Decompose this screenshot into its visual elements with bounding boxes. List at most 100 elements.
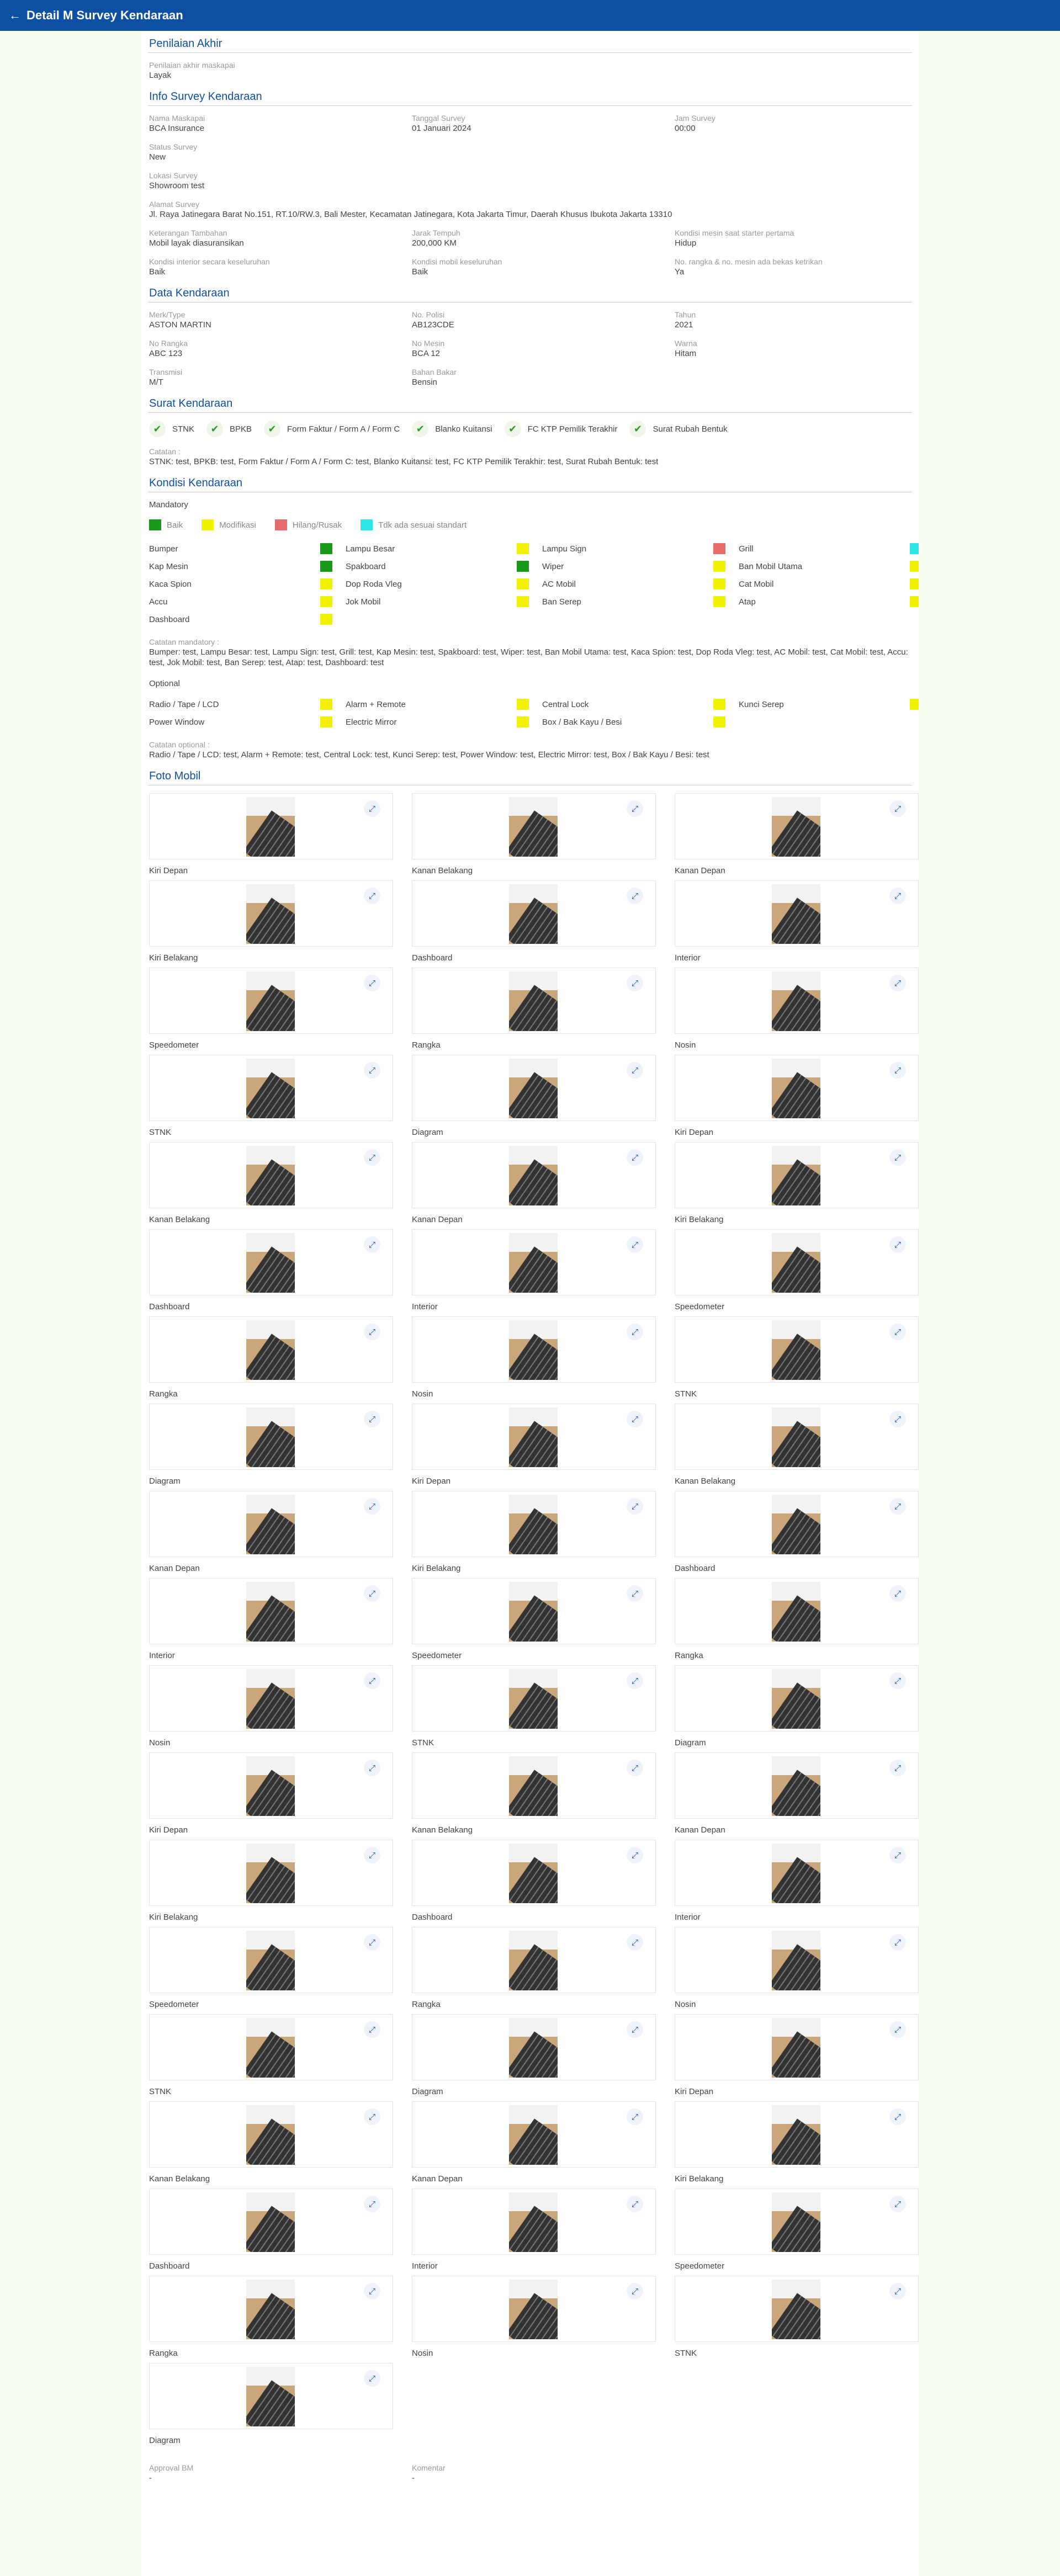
photo-frame[interactable]: ⤢ bbox=[149, 1840, 393, 1906]
expand-icon[interactable]: ⤢ bbox=[889, 800, 906, 817]
photo-frame[interactable]: ⤢ bbox=[412, 968, 656, 1034]
expand-icon[interactable]: ⤢ bbox=[364, 1934, 380, 1951]
photo-frame[interactable]: ⤢ bbox=[675, 2189, 919, 2255]
photo-frame[interactable]: ⤢ bbox=[675, 1229, 919, 1295]
photo-frame[interactable]: ⤢ bbox=[412, 1927, 656, 1993]
expand-icon[interactable]: ⤢ bbox=[627, 2021, 643, 2038]
expand-icon[interactable]: ⤢ bbox=[889, 1760, 906, 1776]
expand-icon[interactable]: ⤢ bbox=[364, 800, 380, 817]
photo-frame[interactable]: ⤢ bbox=[412, 1142, 656, 1208]
photo-frame[interactable]: ⤢ bbox=[675, 2101, 919, 2168]
expand-icon[interactable]: ⤢ bbox=[364, 1411, 380, 1427]
expand-icon[interactable]: ⤢ bbox=[364, 1324, 380, 1340]
photo-frame[interactable]: ⤢ bbox=[149, 793, 393, 859]
photo-frame[interactable]: ⤢ bbox=[412, 2276, 656, 2342]
photo-frame[interactable]: ⤢ bbox=[412, 1404, 656, 1470]
photo-frame[interactable]: ⤢ bbox=[675, 2276, 919, 2342]
photo-frame[interactable]: ⤢ bbox=[675, 1752, 919, 1819]
photo-frame[interactable]: ⤢ bbox=[412, 2014, 656, 2080]
expand-icon[interactable]: ⤢ bbox=[364, 2283, 380, 2299]
photo-frame[interactable]: ⤢ bbox=[675, 1316, 919, 1383]
photo-frame[interactable]: ⤢ bbox=[675, 1055, 919, 1121]
photo-frame[interactable]: ⤢ bbox=[412, 1229, 656, 1295]
expand-icon[interactable]: ⤢ bbox=[364, 1847, 380, 1863]
expand-icon[interactable]: ⤢ bbox=[364, 2370, 380, 2387]
photo-frame[interactable]: ⤢ bbox=[412, 1055, 656, 1121]
expand-icon[interactable]: ⤢ bbox=[889, 1236, 906, 1253]
expand-icon[interactable]: ⤢ bbox=[627, 975, 643, 991]
photo-frame[interactable]: ⤢ bbox=[675, 1665, 919, 1732]
photo-frame[interactable]: ⤢ bbox=[149, 1665, 393, 1732]
photo-frame[interactable]: ⤢ bbox=[149, 2363, 393, 2429]
expand-icon[interactable]: ⤢ bbox=[627, 2283, 643, 2299]
expand-icon[interactable]: ⤢ bbox=[627, 2108, 643, 2125]
expand-icon[interactable]: ⤢ bbox=[889, 975, 906, 991]
expand-icon[interactable]: ⤢ bbox=[889, 2283, 906, 2299]
expand-icon[interactable]: ⤢ bbox=[364, 2108, 380, 2125]
photo-frame[interactable]: ⤢ bbox=[675, 1404, 919, 1470]
expand-icon[interactable]: ⤢ bbox=[364, 888, 380, 904]
expand-icon[interactable]: ⤢ bbox=[627, 1934, 643, 1951]
photo-frame[interactable]: ⤢ bbox=[675, 968, 919, 1034]
expand-icon[interactable]: ⤢ bbox=[627, 1498, 643, 1515]
expand-icon[interactable]: ⤢ bbox=[364, 975, 380, 991]
expand-icon[interactable]: ⤢ bbox=[627, 1062, 643, 1079]
photo-frame[interactable]: ⤢ bbox=[149, 1578, 393, 1644]
expand-icon[interactable]: ⤢ bbox=[889, 1411, 906, 1427]
photo-frame[interactable]: ⤢ bbox=[149, 1752, 393, 1819]
expand-icon[interactable]: ⤢ bbox=[889, 2196, 906, 2212]
photo-frame[interactable]: ⤢ bbox=[412, 1665, 656, 1732]
photo-frame[interactable]: ⤢ bbox=[149, 2014, 393, 2080]
photo-frame[interactable]: ⤢ bbox=[675, 793, 919, 859]
photo-frame[interactable]: ⤢ bbox=[149, 2101, 393, 2168]
photo-frame[interactable]: ⤢ bbox=[149, 1404, 393, 1470]
photo-frame[interactable]: ⤢ bbox=[149, 880, 393, 947]
photo-frame[interactable]: ⤢ bbox=[675, 1840, 919, 1906]
photo-frame[interactable]: ⤢ bbox=[149, 1142, 393, 1208]
expand-icon[interactable]: ⤢ bbox=[889, 1847, 906, 1863]
expand-icon[interactable]: ⤢ bbox=[627, 888, 643, 904]
expand-icon[interactable]: ⤢ bbox=[889, 2021, 906, 2038]
photo-frame[interactable]: ⤢ bbox=[412, 880, 656, 947]
expand-icon[interactable]: ⤢ bbox=[889, 1498, 906, 1515]
photo-frame[interactable]: ⤢ bbox=[149, 1316, 393, 1383]
expand-icon[interactable]: ⤢ bbox=[364, 1760, 380, 1776]
expand-icon[interactable]: ⤢ bbox=[364, 2196, 380, 2212]
expand-icon[interactable]: ⤢ bbox=[364, 2021, 380, 2038]
photo-frame[interactable]: ⤢ bbox=[149, 2276, 393, 2342]
photo-frame[interactable]: ⤢ bbox=[412, 1840, 656, 1906]
expand-icon[interactable]: ⤢ bbox=[364, 1585, 380, 1602]
expand-icon[interactable]: ⤢ bbox=[889, 888, 906, 904]
expand-icon[interactable]: ⤢ bbox=[627, 1847, 643, 1863]
expand-icon[interactable]: ⤢ bbox=[364, 1062, 380, 1079]
photo-frame[interactable]: ⤢ bbox=[412, 1752, 656, 1819]
photo-frame[interactable]: ⤢ bbox=[412, 1316, 656, 1383]
photo-frame[interactable]: ⤢ bbox=[149, 1927, 393, 1993]
photo-frame[interactable]: ⤢ bbox=[412, 1578, 656, 1644]
photo-frame[interactable]: ⤢ bbox=[149, 1229, 393, 1295]
photo-frame[interactable]: ⤢ bbox=[675, 1927, 919, 1993]
photo-frame[interactable]: ⤢ bbox=[675, 1578, 919, 1644]
expand-icon[interactable]: ⤢ bbox=[364, 1498, 380, 1515]
expand-icon[interactable]: ⤢ bbox=[889, 1149, 906, 1166]
photo-frame[interactable]: ⤢ bbox=[675, 1142, 919, 1208]
expand-icon[interactable]: ⤢ bbox=[364, 1236, 380, 1253]
photo-frame[interactable]: ⤢ bbox=[675, 880, 919, 947]
expand-icon[interactable]: ⤢ bbox=[889, 1934, 906, 1951]
expand-icon[interactable]: ⤢ bbox=[627, 1760, 643, 1776]
photo-frame[interactable]: ⤢ bbox=[149, 1491, 393, 1557]
expand-icon[interactable]: ⤢ bbox=[627, 1236, 643, 1253]
expand-icon[interactable]: ⤢ bbox=[364, 1672, 380, 1689]
expand-icon[interactable]: ⤢ bbox=[627, 1411, 643, 1427]
expand-icon[interactable]: ⤢ bbox=[889, 1585, 906, 1602]
expand-icon[interactable]: ⤢ bbox=[627, 1324, 643, 1340]
expand-icon[interactable]: ⤢ bbox=[627, 1672, 643, 1689]
expand-icon[interactable]: ⤢ bbox=[889, 2108, 906, 2125]
expand-icon[interactable]: ⤢ bbox=[889, 1672, 906, 1689]
photo-frame[interactable]: ⤢ bbox=[412, 2189, 656, 2255]
expand-icon[interactable]: ⤢ bbox=[627, 1585, 643, 1602]
expand-icon[interactable]: ⤢ bbox=[889, 1324, 906, 1340]
photo-frame[interactable]: ⤢ bbox=[149, 2189, 393, 2255]
expand-icon[interactable]: ⤢ bbox=[627, 800, 643, 817]
expand-icon[interactable]: ⤢ bbox=[627, 1149, 643, 1166]
